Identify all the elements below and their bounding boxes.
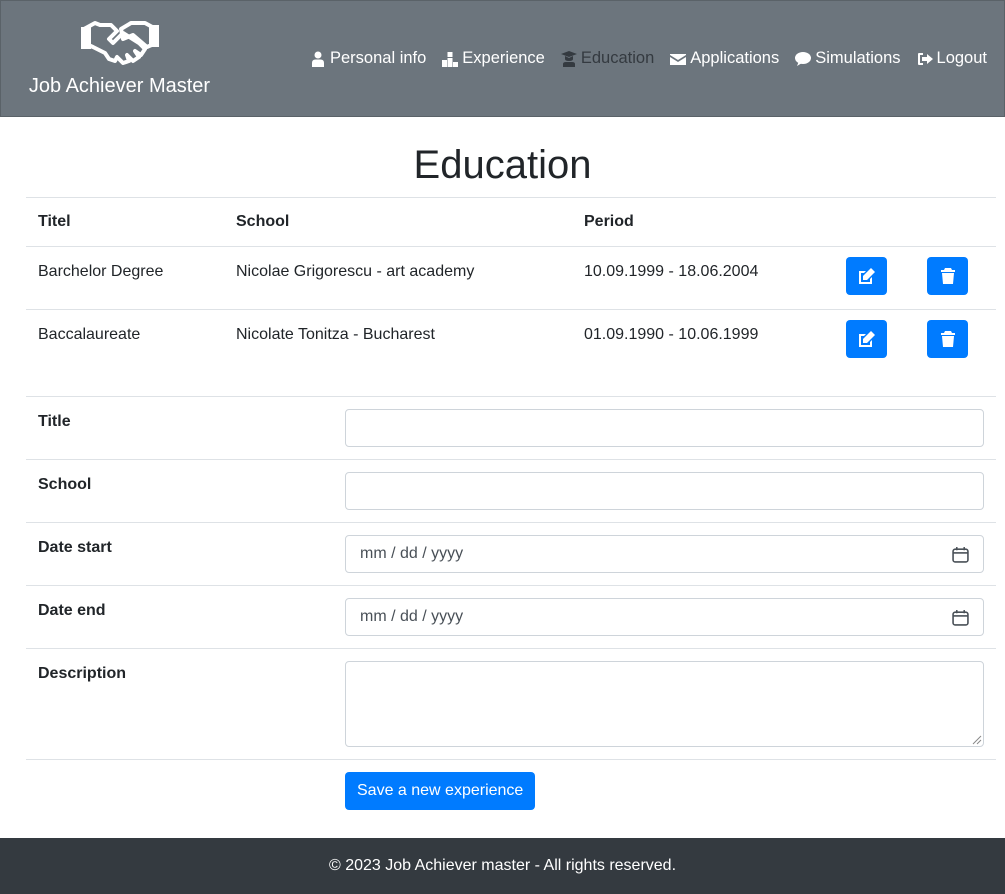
- cell-delete: [915, 246, 996, 310]
- envelope-icon: [670, 53, 687, 65]
- brand[interactable]: Job Achiever Master: [28, 19, 211, 98]
- header: Job Achiever Master Personal info Experi…: [0, 0, 1005, 117]
- nav-label: Education: [580, 49, 655, 67]
- form-row-school: School: [26, 459, 996, 522]
- school-input[interactable]: [345, 472, 984, 510]
- column-header-period: Period: [572, 197, 834, 247]
- edit-button[interactable]: [846, 320, 887, 358]
- footer-text: © 2023 Job Achiever master - All rights …: [328, 857, 677, 874]
- education-form: Title School Date start mm / dd / yyyy D…: [26, 396, 996, 822]
- nav-label: Experience: [462, 49, 545, 67]
- footer: © 2023 Job Achiever master - All rights …: [0, 838, 1005, 894]
- table-row: Baccalaureate Nicolate Tonitza - Buchare…: [26, 309, 996, 373]
- cell-school: Nicolate Tonitza - Bucharest: [224, 309, 572, 373]
- podium-icon: [442, 51, 459, 67]
- cell-school: Nicolae Grigorescu - art academy: [224, 246, 572, 310]
- cell-period: 10.09.1999 - 18.06.2004: [572, 246, 834, 310]
- form-row-description: Description: [26, 648, 996, 759]
- edit-icon: [858, 268, 875, 284]
- title-input[interactable]: [345, 409, 984, 447]
- form-row-date-start: Date start mm / dd / yyyy: [26, 522, 996, 585]
- date-end-placeholder: mm / dd / yyyy: [360, 608, 464, 625]
- table-header-row: Titel School Period: [26, 197, 996, 247]
- page-title: Education: [413, 143, 592, 187]
- title-label: Title: [38, 413, 71, 430]
- edit-icon: [858, 331, 875, 347]
- graduate-icon: [560, 50, 577, 67]
- cell-title: Barchelor Degree: [26, 246, 224, 310]
- nav-logout[interactable]: Logout: [917, 49, 987, 68]
- table-row: Barchelor Degree Nicolae Grigorescu - ar…: [26, 246, 996, 310]
- cell-edit: [834, 309, 915, 373]
- handshake-icon: [80, 21, 159, 65]
- nav-simulations[interactable]: Simulations: [795, 49, 901, 68]
- trash-icon: [940, 331, 955, 347]
- column-header-school: School: [224, 197, 572, 247]
- nav-applications[interactable]: Applications: [670, 49, 779, 68]
- cell-edit: [834, 246, 915, 310]
- date-start-input[interactable]: mm / dd / yyyy: [345, 535, 984, 573]
- calendar-icon[interactable]: [952, 546, 969, 563]
- nav-personal-info[interactable]: Personal info: [310, 49, 426, 68]
- education-table: Titel School Period Barchelor Degree Nic…: [26, 197, 996, 373]
- description-textarea[interactable]: [345, 661, 984, 747]
- brand-name: Job Achiever Master: [28, 75, 211, 97]
- cell-period: 01.09.1990 - 10.06.1999: [572, 309, 834, 373]
- resize-grip-icon[interactable]: [972, 735, 982, 745]
- nav-experience[interactable]: Experience: [442, 49, 545, 68]
- date-start-placeholder: mm / dd / yyyy: [360, 545, 464, 562]
- nav-label: Logout: [936, 49, 987, 67]
- delete-button[interactable]: [927, 320, 968, 358]
- date-start-label: Date start: [38, 539, 112, 556]
- edit-button[interactable]: [846, 257, 887, 295]
- user-icon: [311, 51, 324, 67]
- nav-education[interactable]: Education: [560, 49, 655, 68]
- sign-out-icon: [917, 52, 933, 65]
- trash-icon: [940, 268, 955, 284]
- cell-delete: [915, 309, 996, 373]
- nav-label: Personal info: [329, 49, 427, 67]
- date-end-label: Date end: [38, 602, 106, 619]
- nav-label: Simulations: [815, 49, 901, 67]
- column-header-delete: [915, 197, 996, 247]
- form-row-actions: Save a new experience: [26, 759, 996, 822]
- save-button[interactable]: Save a new experience: [345, 772, 536, 810]
- nav-label: Applications: [690, 49, 780, 67]
- column-header-edit: [834, 197, 915, 247]
- school-label: School: [38, 476, 92, 493]
- form-row-title: Title: [26, 396, 996, 459]
- description-label: Description: [38, 665, 127, 682]
- column-header-title: Titel: [26, 197, 224, 247]
- cell-title: Baccalaureate: [26, 309, 224, 373]
- comment-icon: [795, 51, 812, 66]
- delete-button[interactable]: [927, 257, 968, 295]
- calendar-icon[interactable]: [952, 609, 969, 626]
- main-nav: Personal info Experience Education Appli…: [310, 49, 987, 68]
- date-end-input[interactable]: mm / dd / yyyy: [345, 598, 984, 636]
- form-row-date-end: Date end mm / dd / yyyy: [26, 585, 996, 648]
